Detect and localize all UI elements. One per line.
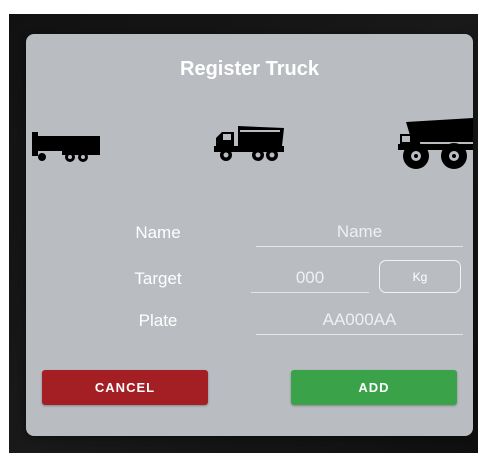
target-placeholder: 000 [295, 268, 325, 287]
mining-haul-truck-icon[interactable] [398, 116, 473, 170]
dialog-title: Register Truck [180, 58, 319, 80]
target-input[interactable]: 000 [251, 264, 369, 293]
target-row: Target 000 Kg [26, 260, 473, 294]
cancel-button[interactable]: CANCEL [42, 370, 208, 405]
unit-selector[interactable]: Kg [379, 260, 461, 293]
plate-row: Plate AA000AA [26, 306, 473, 336]
name-input[interactable]: Name [256, 218, 463, 247]
name-placeholder: Name [336, 222, 383, 241]
plate-label: Plate [138, 311, 178, 330]
target-label: Target [134, 269, 182, 288]
plate-placeholder: AA000AA [322, 310, 397, 329]
truck-type-selector [26, 116, 473, 176]
add-button[interactable]: ADD [291, 370, 457, 405]
plate-input[interactable]: AA000AA [256, 306, 463, 335]
dump-truck-icon[interactable] [212, 124, 286, 164]
name-row: Name Name [26, 218, 473, 248]
semi-trailer-truck-icon[interactable] [32, 130, 102, 164]
name-label: Name [135, 223, 181, 242]
